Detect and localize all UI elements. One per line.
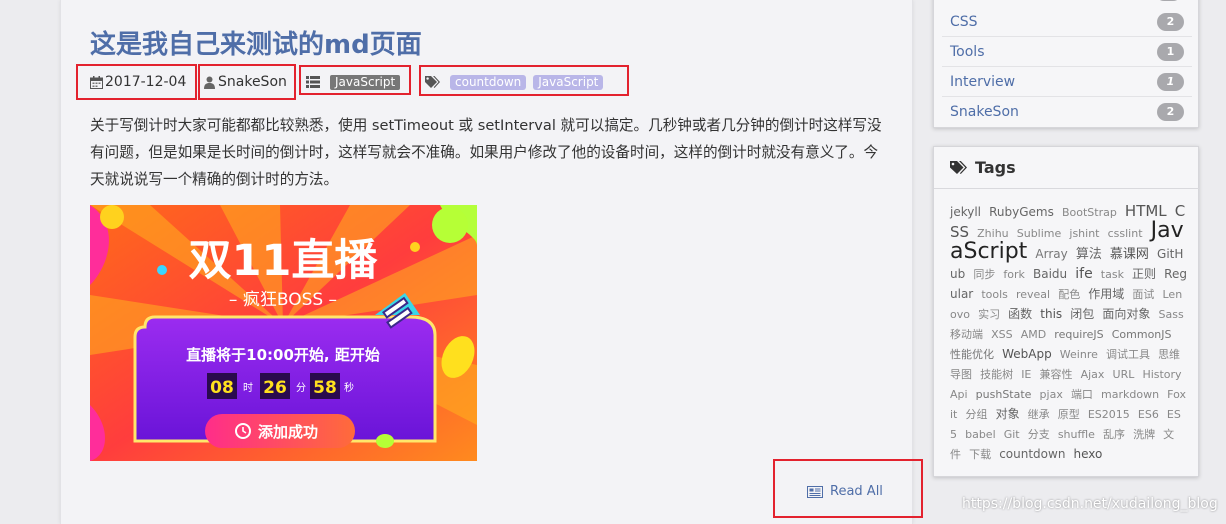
tag-cloud-item[interactable]: Sass	[1159, 308, 1184, 321]
category-item-tools[interactable]: Tools 1	[942, 37, 1192, 67]
tag-cloud-item[interactable]: countdown	[999, 447, 1065, 461]
tag-cloud-item[interactable]: 性能优化	[950, 348, 994, 361]
tag-cloud-item[interactable]: URL	[1113, 368, 1135, 381]
highlight-category-box	[299, 65, 411, 95]
tag-cloud-item[interactable]: 实习	[978, 308, 1000, 321]
tag-cloud-item[interactable]: hexo	[1074, 447, 1103, 461]
tag-cloud-item[interactable]: Weinre	[1060, 348, 1098, 361]
tag-cloud-item[interactable]: 移动端	[950, 328, 983, 341]
tag-cloud-item[interactable]: ES2015	[1088, 408, 1130, 421]
tag-cloud-item[interactable]: 函数	[1008, 307, 1032, 321]
tag-cloud: jekyll RubyGems BootStrap HTML CSS Zhihu…	[950, 202, 1187, 464]
banner-button-label: 添加成功	[258, 423, 318, 441]
tag-cloud-item[interactable]: jekyll	[950, 205, 981, 219]
banner-hours-unit: 时	[243, 382, 253, 394]
tag-cloud-item[interactable]: 算法	[1076, 247, 1102, 262]
category-item-css[interactable]: CSS 2	[942, 7, 1192, 37]
tag-cloud-item[interactable]: 面试	[1132, 288, 1154, 301]
tag-cloud-item[interactable]: 分支	[1028, 428, 1050, 441]
category-count-badge: 2	[1157, 13, 1184, 31]
tag-cloud-item[interactable]: RubyGems	[989, 205, 1054, 219]
tag-cloud-item[interactable]: WebApp	[1002, 347, 1052, 361]
banner-hours: 08	[210, 378, 234, 398]
tag-cloud-item[interactable]: 洗牌	[1133, 428, 1155, 441]
tag-cloud-item[interactable]: 兼容性	[1039, 368, 1072, 381]
highlight-date-box	[76, 64, 197, 100]
tag-cloud-item[interactable]: fork	[1003, 268, 1025, 281]
tag-cloud-item[interactable]: pushState	[976, 388, 1032, 401]
tag-cloud-item[interactable]: Ajax	[1081, 368, 1105, 381]
category-count-badge-top	[1155, 0, 1182, 1]
tag-cloud-item[interactable]: 同步	[973, 268, 995, 281]
tag-cloud-item[interactable]: Git	[1004, 428, 1020, 441]
post-excerpt: 关于写倒计时大家可能都都比较熟悉，使用 setTimeout 或 setInte…	[90, 117, 882, 188]
category-item-label[interactable]: CSS	[950, 14, 978, 30]
tag-cloud-item[interactable]: tools	[981, 288, 1008, 301]
tags-panel-header: Tags	[934, 147, 1200, 189]
tag-cloud-item[interactable]: babel	[965, 428, 996, 441]
tag-cloud-item[interactable]: 乱序	[1103, 428, 1125, 441]
category-item-interview[interactable]: Interview 1	[942, 67, 1192, 97]
tag-cloud-item[interactable]: this	[1040, 307, 1062, 321]
categories-panel: CSS 2 Tools 1 Interview 1 SnakeSon 2	[933, 0, 1199, 128]
tag-cloud-item[interactable]: 闭包	[1070, 307, 1094, 321]
tag-cloud-item[interactable]: Baidu	[1033, 267, 1067, 281]
post-title[interactable]: 这是我自己来测试的md页面	[90, 24, 422, 61]
tag-cloud-item[interactable]: 调试工具	[1106, 348, 1150, 361]
tag-cloud-item[interactable]: BootStrap	[1062, 206, 1117, 219]
category-item-label[interactable]: Interview	[950, 74, 1015, 90]
tag-cloud-item[interactable]: shuffle	[1058, 428, 1095, 441]
tag-cloud-item[interactable]: 配色	[1058, 288, 1080, 301]
category-count-badge: 2	[1157, 103, 1184, 121]
tag-cloud-item[interactable]: ES6	[1138, 408, 1159, 421]
tag-cloud-item[interactable]: pjax	[1040, 388, 1063, 401]
tag-cloud-item[interactable]: requireJS	[1054, 328, 1103, 341]
category-count-badge: 1	[1157, 43, 1184, 61]
highlight-tags-box	[419, 65, 629, 96]
tag-cloud-item[interactable]: 原型	[1058, 408, 1080, 421]
tags-panel-title: Tags	[975, 158, 1016, 177]
tag-cloud-item[interactable]: jshint	[1069, 227, 1099, 240]
tag-cloud-item[interactable]: 下载	[969, 448, 991, 461]
banner-headline: 双11直播	[189, 236, 379, 286]
banner-minutes-unit: 分	[296, 382, 306, 394]
highlight-author-box	[198, 64, 296, 100]
category-item-label[interactable]: SnakeSon	[950, 104, 1019, 120]
category-item-label[interactable]: Tools	[950, 44, 985, 60]
tag-cloud-item[interactable]: 分组	[965, 408, 987, 421]
watermark: https://blog.csdn.net/xudailong_blog	[962, 496, 1218, 512]
tags-icon	[950, 160, 967, 174]
post-card: 这是我自己来测试的md页面 2017-12-04 SnakeSon JavaSc…	[60, 0, 923, 524]
tag-cloud-item[interactable]: 端口	[1071, 388, 1093, 401]
tag-cloud-item[interactable]: 技能树	[980, 368, 1013, 381]
tag-cloud-item[interactable]: 慕课网	[1110, 247, 1149, 262]
banner-countdown-text: 直播将于10:00开始, 距开始	[186, 346, 380, 364]
tag-cloud-item[interactable]: CommonJS	[1112, 328, 1172, 341]
banner-seconds-unit: 秒	[344, 381, 354, 394]
tag-cloud-item[interactable]: task	[1101, 268, 1124, 281]
highlight-readall-box	[773, 459, 923, 518]
tag-cloud-item[interactable]: 正则	[1132, 267, 1156, 281]
tag-cloud-item[interactable]: 对象	[996, 407, 1020, 421]
banner-seconds: 58	[313, 378, 337, 398]
tag-cloud-item[interactable]: Array	[1035, 247, 1067, 261]
tag-cloud-item[interactable]: reveal	[1016, 288, 1050, 301]
tag-cloud-item[interactable]: markdown	[1101, 388, 1159, 401]
tags-panel: Tags jekyll RubyGems BootStrap HTML CSS …	[933, 146, 1200, 477]
category-item-snakeson[interactable]: SnakeSon 2	[942, 97, 1192, 127]
tag-cloud-item[interactable]: 面向对象	[1102, 307, 1150, 321]
tag-cloud-item[interactable]: 作用域	[1088, 287, 1124, 301]
post-banner-image: 双11直播 – 疯狂BOSS – 直播将于10:00开始, 距开始 08 时 2…	[90, 205, 477, 461]
banner-minutes: 26	[263, 378, 287, 398]
tag-cloud-item[interactable]: ife	[1075, 266, 1092, 282]
tag-cloud-item[interactable]: 继承	[1028, 408, 1050, 421]
banner-subtitle: – 疯狂BOSS –	[229, 290, 337, 310]
tag-cloud-item[interactable]: AMD	[1021, 328, 1047, 341]
tag-cloud-item[interactable]: XSS	[991, 328, 1013, 341]
tag-cloud-item[interactable]: IE	[1021, 368, 1031, 381]
category-count-badge: 1	[1157, 73, 1184, 91]
tag-cloud-item[interactable]: csslint	[1108, 227, 1143, 240]
